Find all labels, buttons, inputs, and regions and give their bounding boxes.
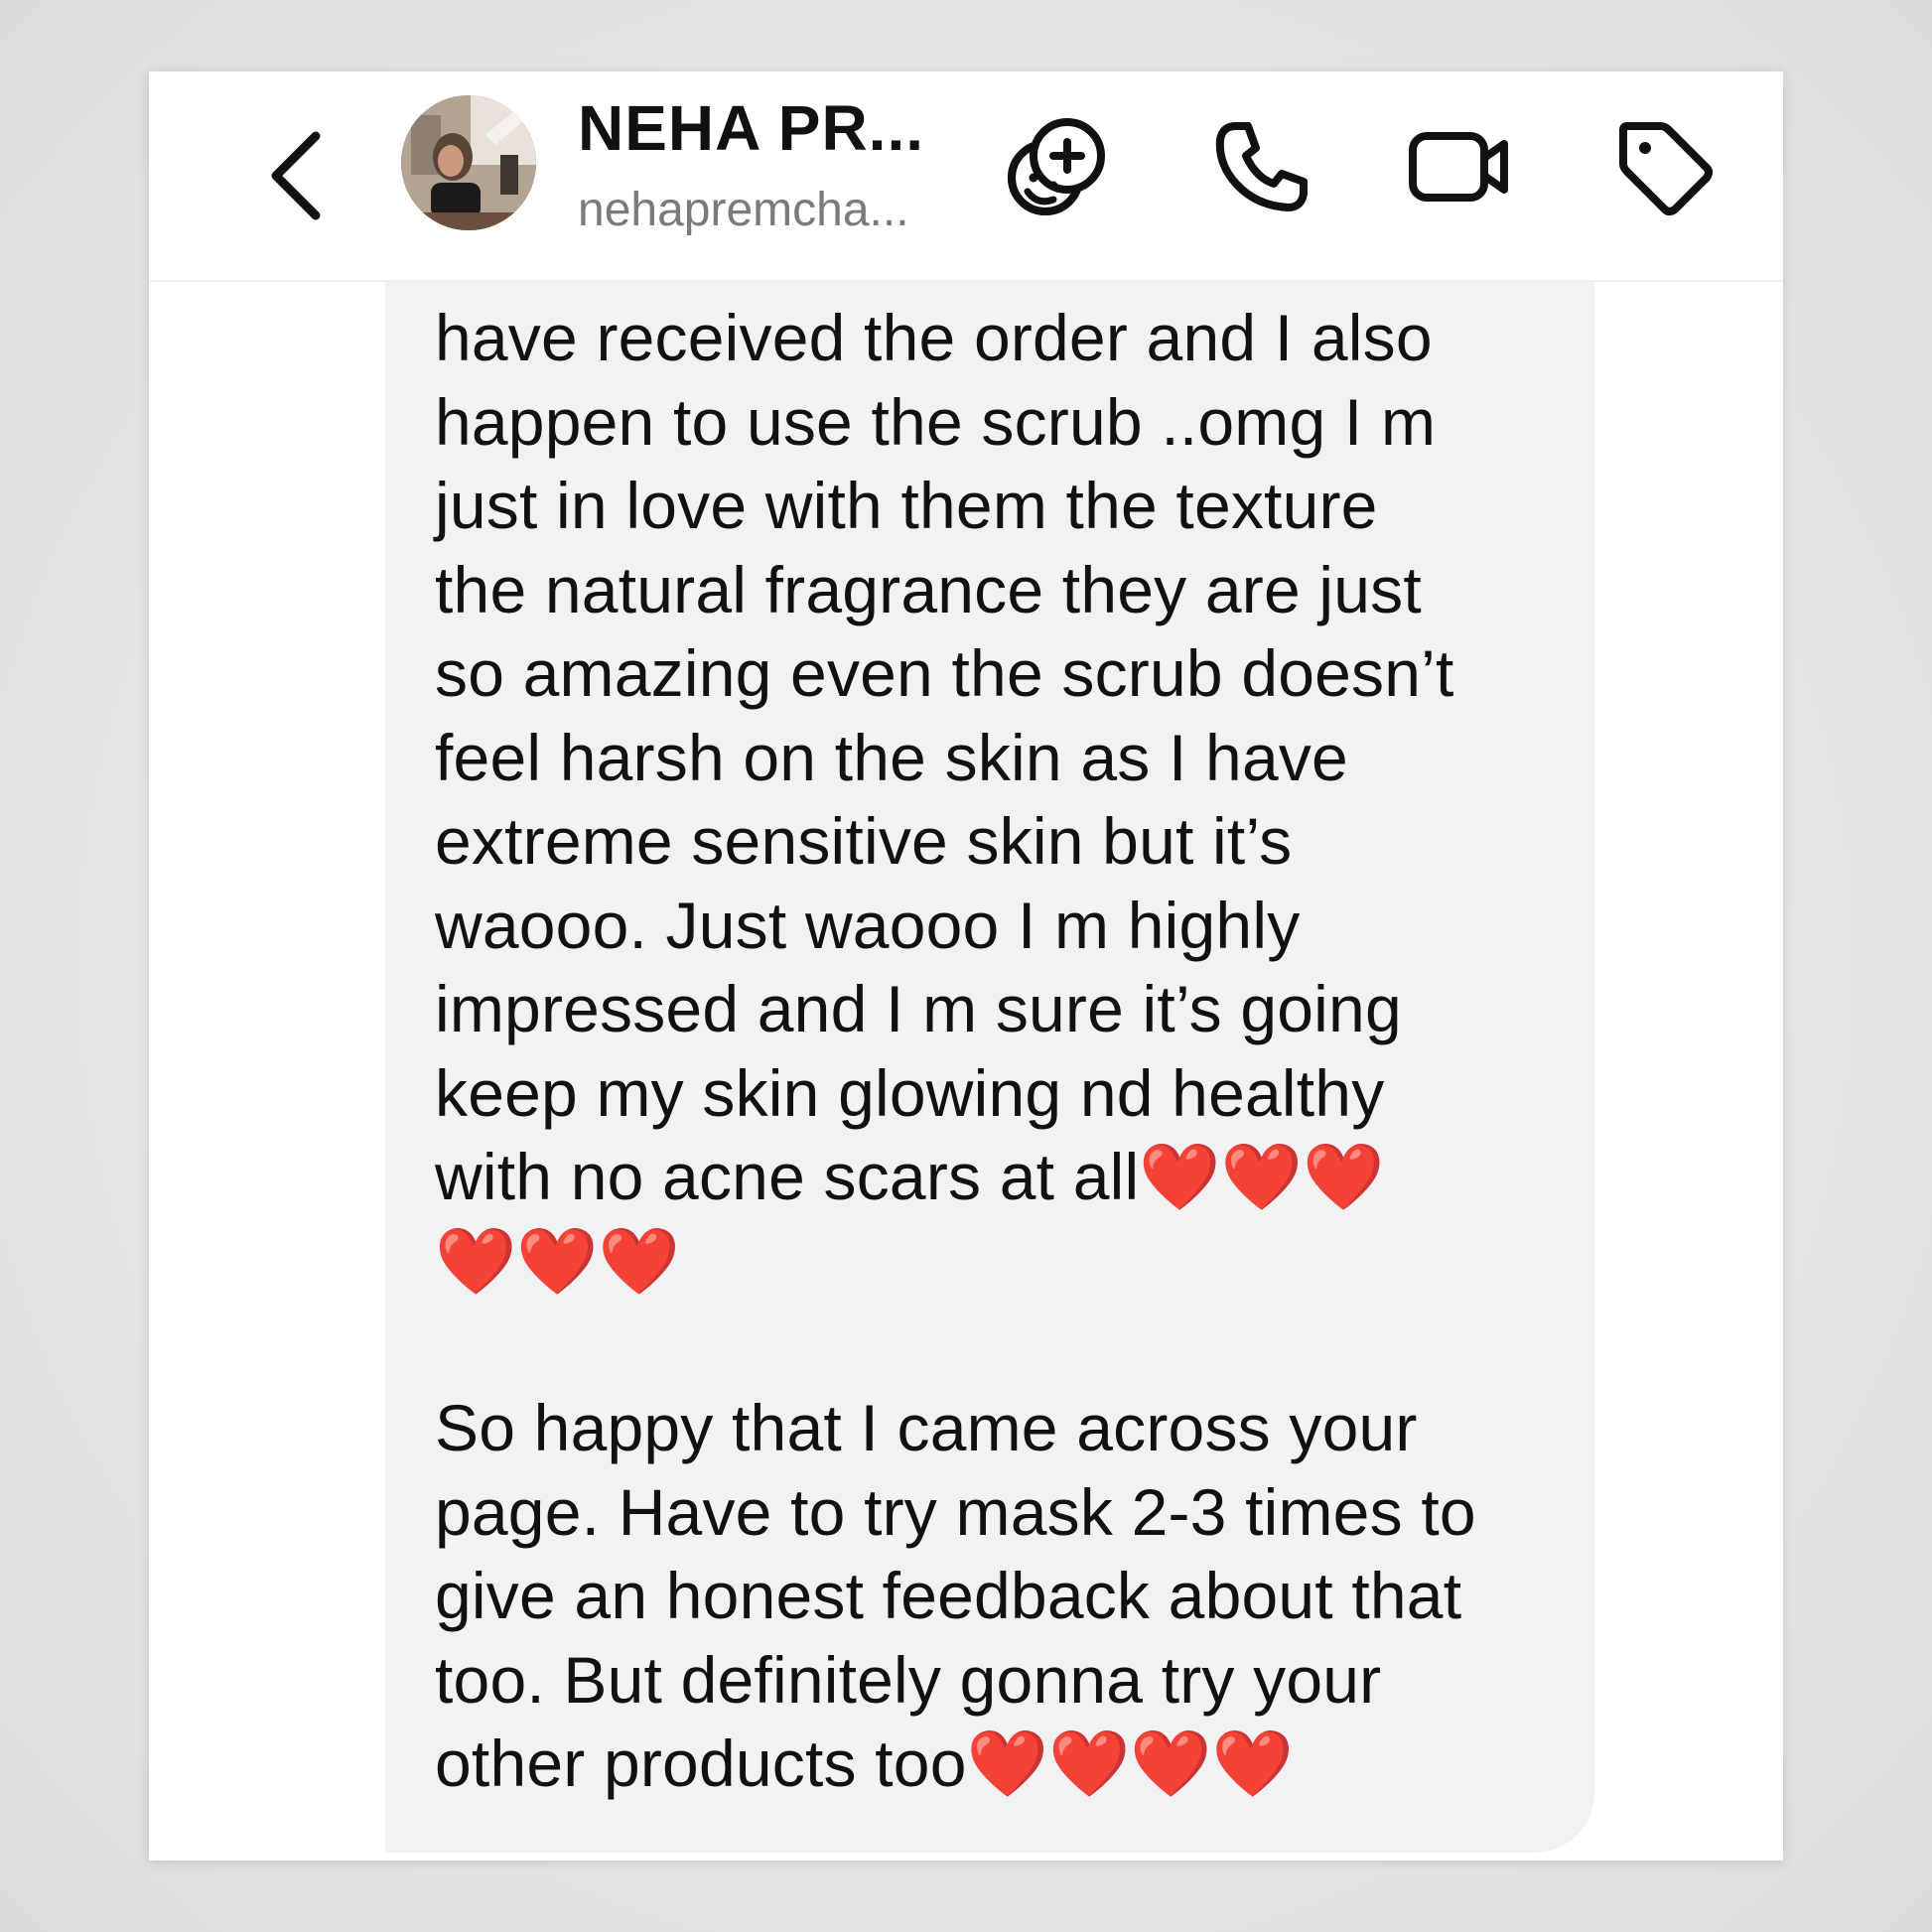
add-effect-button[interactable]	[997, 107, 1116, 226]
message-line: impressed and I m sure it’s going	[435, 972, 1402, 1045]
message-line-text: other products too	[435, 1726, 967, 1800]
heart-emoji-group: ❤️❤️❤️❤️	[966, 1726, 1295, 1800]
message-line: just in love with them the texture	[435, 469, 1378, 542]
tag-icon	[1619, 122, 1713, 215]
heart-emoji-line: ❤️❤️❤️	[435, 1223, 681, 1298]
phone-icon	[1215, 122, 1308, 211]
chevron-left-icon	[271, 131, 321, 220]
message-line: too. But definitely gonna try your	[435, 1642, 1382, 1717]
label-button[interactable]	[1604, 107, 1724, 226]
message-line-text: with no acne scars at all	[435, 1140, 1140, 1213]
contact-name[interactable]: NEHA PR...	[578, 91, 924, 165]
back-button[interactable]	[243, 116, 352, 235]
chat-header: NEHA PR... nehapremcha...	[149, 71, 1783, 282]
call-button[interactable]	[1201, 107, 1320, 226]
message-line: give an honest feedback about that	[435, 1559, 1462, 1632]
message-line: keep my skin glowing nd healthy	[435, 1055, 1385, 1130]
contact-handle[interactable]: nehapremcha...	[578, 183, 909, 237]
message-line: page. Have to try mask 2-3 times to	[435, 1474, 1476, 1549]
message-line: happen to use the scrub ..omg I m	[435, 384, 1437, 459]
message-line: So happy that I came across your	[435, 1391, 1418, 1464]
heart-emoji-group: ❤️❤️❤️	[1139, 1140, 1385, 1213]
message-line: so amazing even the scrub doesn’t	[435, 636, 1454, 710]
video-call-button[interactable]	[1400, 107, 1519, 226]
face-plus-icon	[1008, 118, 1105, 215]
message-paragraph-2: So happy that I came across your page. Ha…	[435, 1386, 1567, 1806]
message-line: other products too❤️❤️❤️❤️	[435, 1722, 1567, 1806]
video-icon	[1409, 132, 1508, 202]
message-line: feel harsh on the skin as I have	[435, 720, 1348, 794]
message-text: have received the order and I also happen…	[435, 296, 1567, 1806]
avatar-image	[401, 95, 536, 230]
message-line: waooo. Just waooo I m highly	[435, 888, 1301, 962]
message-line: have received the order and I also	[435, 301, 1433, 374]
message-line: the natural fragrance they are just	[435, 552, 1422, 626]
avatar[interactable]	[401, 95, 536, 230]
chat-window: have received the order and I also happen…	[149, 71, 1783, 1861]
message-line: with no acne scars at all❤️❤️❤️	[435, 1135, 1567, 1219]
message-line: extreme sensitive skin but it’s	[435, 804, 1293, 878]
